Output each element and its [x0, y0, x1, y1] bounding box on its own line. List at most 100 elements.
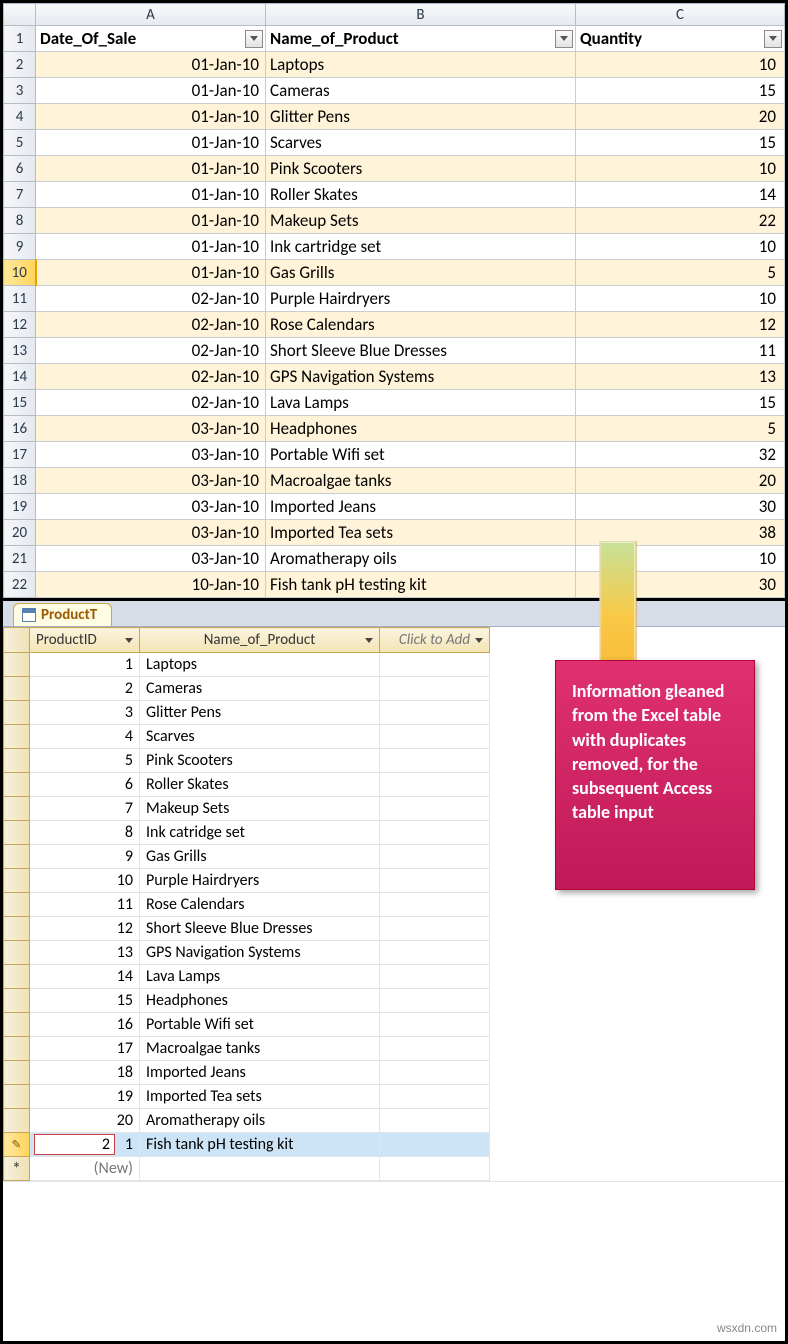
- cell-date[interactable]: 01-Jan-10: [36, 234, 266, 260]
- cell-clicktoadd[interactable]: [380, 701, 490, 725]
- row-header[interactable]: 22: [4, 572, 36, 598]
- cell-name[interactable]: Purple Hairdryers: [266, 286, 576, 312]
- cell-qty[interactable]: 13: [576, 364, 785, 390]
- cell-name[interactable]: Imported Jeans: [266, 494, 576, 520]
- cell-date[interactable]: 03-Jan-10: [36, 416, 266, 442]
- cell-productid[interactable]: 13: [30, 941, 140, 965]
- cell-date[interactable]: 02-Jan-10: [36, 390, 266, 416]
- cell-clicktoadd[interactable]: [380, 965, 490, 989]
- row-header[interactable]: 20: [4, 520, 36, 546]
- cell-name[interactable]: Short Sleeve Blue Dresses: [266, 338, 576, 364]
- cell-date[interactable]: 01-Jan-10: [36, 130, 266, 156]
- cell-date[interactable]: 01-Jan-10: [36, 104, 266, 130]
- row-header[interactable]: 6: [4, 156, 36, 182]
- cell-qty[interactable]: 10: [576, 156, 785, 182]
- col-header-b[interactable]: B: [266, 4, 576, 26]
- row-selector[interactable]: [4, 1061, 30, 1085]
- cell-name[interactable]: Gas Grills: [266, 260, 576, 286]
- cell-name[interactable]: Pink Scooters: [266, 156, 576, 182]
- cell-productname[interactable]: Aromatherapy oils: [140, 1109, 380, 1133]
- tab-productt[interactable]: ProductT: [13, 603, 112, 626]
- cell-clicktoadd[interactable]: [380, 653, 490, 677]
- cell-name[interactable]: Aromatherapy oils: [266, 546, 576, 572]
- cell-productname[interactable]: Fish tank pH testing kit: [140, 1133, 380, 1157]
- cell-qty[interactable]: 15: [576, 390, 785, 416]
- row-header[interactable]: 11: [4, 286, 36, 312]
- new-row-id[interactable]: (New): [30, 1157, 140, 1181]
- col-header-c[interactable]: C: [576, 4, 785, 26]
- cell-name[interactable]: Headphones: [266, 416, 576, 442]
- row-header[interactable]: 8: [4, 208, 36, 234]
- cell-productid[interactable]: 1: [30, 653, 140, 677]
- row-selector[interactable]: [4, 1109, 30, 1133]
- cell-productid[interactable]: 20: [30, 1109, 140, 1133]
- cell-productname[interactable]: Scarves: [140, 725, 380, 749]
- cell-productid[interactable]: 10: [30, 869, 140, 893]
- cell-qty[interactable]: 5: [576, 416, 785, 442]
- header-qty[interactable]: Quantity: [576, 26, 785, 52]
- row-selector[interactable]: [4, 701, 30, 725]
- cell-clicktoadd[interactable]: [380, 869, 490, 893]
- cell-productname[interactable]: Imported Jeans: [140, 1061, 380, 1085]
- cell-date[interactable]: 01-Jan-10: [36, 208, 266, 234]
- cell-date[interactable]: 01-Jan-10: [36, 182, 266, 208]
- cell-productid[interactable]: 14: [30, 965, 140, 989]
- cell-clicktoadd[interactable]: [380, 1109, 490, 1133]
- cell-qty[interactable]: 10: [576, 286, 785, 312]
- cell-qty[interactable]: 38: [576, 520, 785, 546]
- cell-productid[interactable]: 18: [30, 1061, 140, 1085]
- row-selector-header[interactable]: [4, 628, 30, 653]
- cell-date[interactable]: 02-Jan-10: [36, 364, 266, 390]
- cell-productid[interactable]: 11: [30, 893, 140, 917]
- new-row-name[interactable]: [140, 1157, 380, 1181]
- cell-productid[interactable]: 9: [30, 845, 140, 869]
- cell-name[interactable]: Fish tank pH testing kit: [266, 572, 576, 598]
- cell-clicktoadd[interactable]: [380, 989, 490, 1013]
- cell-productname[interactable]: Cameras: [140, 677, 380, 701]
- cell-productid[interactable]: 2: [30, 677, 140, 701]
- row-selector[interactable]: [4, 845, 30, 869]
- cell-productid[interactable]: 7: [30, 797, 140, 821]
- row-header[interactable]: 17: [4, 442, 36, 468]
- cell-qty[interactable]: 15: [576, 78, 785, 104]
- row-selector-new[interactable]: [4, 1157, 30, 1181]
- cell-qty[interactable]: 20: [576, 104, 785, 130]
- row-header[interactable]: 9: [4, 234, 36, 260]
- cell-clicktoadd[interactable]: [380, 1013, 490, 1037]
- cell-qty[interactable]: 15: [576, 130, 785, 156]
- cell-date[interactable]: 01-Jan-10: [36, 78, 266, 104]
- row-selector[interactable]: [4, 869, 30, 893]
- row-header[interactable]: 3: [4, 78, 36, 104]
- cell-productid[interactable]: 21: [30, 1133, 140, 1157]
- cell-qty[interactable]: 5: [576, 260, 785, 286]
- row-header[interactable]: 16: [4, 416, 36, 442]
- cell-productname[interactable]: Portable Wifi set: [140, 1013, 380, 1037]
- cell-clicktoadd[interactable]: [380, 1037, 490, 1061]
- cell-productid[interactable]: 5: [30, 749, 140, 773]
- row-selector[interactable]: [4, 725, 30, 749]
- cell-name[interactable]: Scarves: [266, 130, 576, 156]
- row-header[interactable]: 19: [4, 494, 36, 520]
- cell-date[interactable]: 10-Jan-10: [36, 572, 266, 598]
- row-selector[interactable]: [4, 1013, 30, 1037]
- chevron-down-icon[interactable]: [122, 633, 136, 647]
- cell-name[interactable]: Makeup Sets: [266, 208, 576, 234]
- cell-qty[interactable]: 10: [576, 234, 785, 260]
- cell-clicktoadd[interactable]: [380, 677, 490, 701]
- cell-clicktoadd[interactable]: [380, 797, 490, 821]
- cell-date[interactable]: 03-Jan-10: [36, 494, 266, 520]
- cell-productname[interactable]: Lava Lamps: [140, 965, 380, 989]
- cell-clicktoadd[interactable]: [380, 893, 490, 917]
- cell-clicktoadd[interactable]: [380, 917, 490, 941]
- new-row-add[interactable]: [380, 1157, 490, 1181]
- header-name[interactable]: Name_of_Product: [266, 26, 576, 52]
- cell-name[interactable]: Ink cartridge set: [266, 234, 576, 260]
- cell-productid[interactable]: 17: [30, 1037, 140, 1061]
- header-date[interactable]: Date_Of_Sale: [36, 26, 266, 52]
- cell-date[interactable]: 03-Jan-10: [36, 468, 266, 494]
- cell-date[interactable]: 03-Jan-10: [36, 520, 266, 546]
- cell-productname[interactable]: Rose Calendars: [140, 893, 380, 917]
- cell-qty[interactable]: 10: [576, 52, 785, 78]
- cell-date[interactable]: 02-Jan-10: [36, 338, 266, 364]
- cell-date[interactable]: 02-Jan-10: [36, 312, 266, 338]
